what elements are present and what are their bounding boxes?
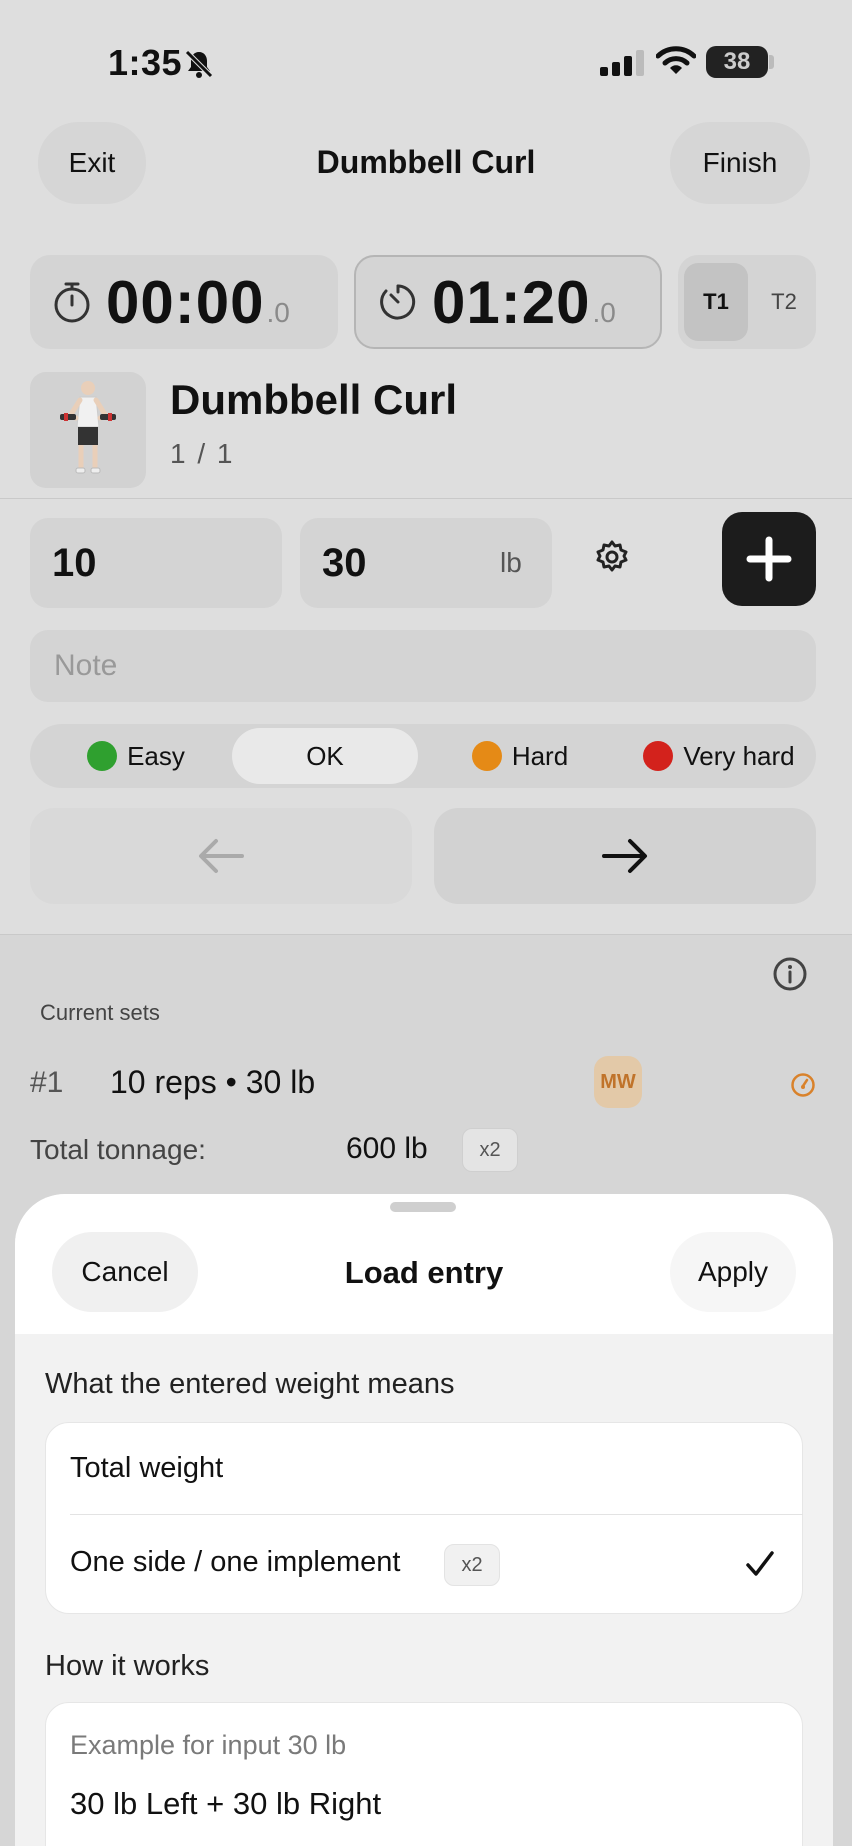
- tab-t1[interactable]: T1: [684, 263, 748, 341]
- arrow-right-icon: [602, 839, 647, 873]
- set-number: #1: [30, 1066, 64, 1099]
- difficulty-ok-label: OK: [306, 740, 344, 771]
- rest-timer[interactable]: 01:20 .0: [354, 255, 662, 349]
- one-side-multiplier-badge: x2: [444, 1544, 500, 1586]
- how-it-works-label: How it works: [45, 1650, 210, 1682]
- example-card: [45, 1702, 803, 1846]
- exercise-thumbnail[interactable]: [30, 372, 146, 488]
- battery-tip: [769, 55, 774, 69]
- plus-icon: [746, 536, 792, 582]
- tab-t2[interactable]: T2: [756, 263, 812, 341]
- total-tonnage-value: 600 lb: [346, 1132, 428, 1165]
- option-total-weight[interactable]: Total weight: [70, 1452, 223, 1485]
- set-description[interactable]: 10 reps • 30 lb: [110, 1064, 315, 1101]
- wifi-icon: [656, 46, 696, 74]
- bell-slash-icon: [185, 50, 213, 78]
- stopwatch-decimal: .0: [266, 297, 290, 328]
- exercise-progress: 1 / 1: [170, 438, 235, 469]
- difficulty-easy[interactable]: Easy: [46, 728, 226, 784]
- stopwatch-timer[interactable]: 00:00 .0: [30, 255, 338, 349]
- difficulty-ok[interactable]: OK: [232, 728, 418, 784]
- reps-input[interactable]: 10: [30, 518, 282, 608]
- weight-meaning-label: What the entered weight means: [45, 1368, 455, 1400]
- weight-meaning-options: [45, 1422, 803, 1614]
- rest-timer-value: 01:20: [432, 268, 591, 336]
- tonnage-multiplier-badge: x2: [462, 1128, 518, 1172]
- checkmark-icon: [746, 1551, 774, 1576]
- exercise-name: Dumbbell Curl: [170, 376, 458, 423]
- difficulty-very-hard[interactable]: Very hard: [626, 728, 812, 784]
- difficulty-hard-label: Hard: [511, 740, 569, 771]
- difficulty-hard[interactable]: Hard: [430, 728, 610, 784]
- note-input[interactable]: Note: [30, 630, 816, 702]
- sheet-grabber[interactable]: [390, 1202, 456, 1212]
- weight-unit: lb: [500, 547, 522, 578]
- example-label: Example for input 30 lb: [70, 1730, 347, 1760]
- mw-badge[interactable]: MW: [594, 1056, 642, 1108]
- exercise-illustration: [60, 381, 116, 474]
- red-dot-icon: [643, 741, 674, 771]
- total-tonnage-label: Total tonnage:: [30, 1134, 206, 1165]
- difficulty-very-hard-label: Very hard: [683, 740, 795, 771]
- green-dot-icon: [87, 741, 118, 771]
- signal-icon: [600, 50, 644, 76]
- battery-icon: 38: [706, 46, 768, 78]
- stopwatch-icon: [54, 282, 90, 323]
- orange-dot-icon: [471, 741, 502, 771]
- info-icon[interactable]: [772, 956, 808, 992]
- option-one-side[interactable]: One side / one implement: [70, 1546, 400, 1579]
- gauge-icon[interactable]: [790, 1072, 816, 1098]
- timer-icon: [380, 284, 416, 320]
- next-button[interactable]: [434, 808, 816, 904]
- apply-button[interactable]: Apply: [670, 1232, 796, 1312]
- add-set-button[interactable]: [722, 512, 816, 606]
- current-sets-label: Current sets: [40, 1000, 160, 1025]
- status-time: 1:35: [108, 42, 183, 83]
- previous-button[interactable]: [30, 808, 412, 904]
- arrow-left-icon: [199, 839, 244, 873]
- divider: [70, 1514, 803, 1515]
- divider: [0, 498, 852, 499]
- rest-timer-decimal: .0: [592, 297, 616, 328]
- finish-button[interactable]: Finish: [670, 122, 810, 204]
- stopwatch-value: 00:00: [106, 268, 265, 336]
- gear-icon[interactable]: [594, 539, 630, 575]
- difficulty-easy-label: Easy: [127, 740, 185, 771]
- example-value: 30 lb Left + 30 lb Right: [70, 1786, 382, 1821]
